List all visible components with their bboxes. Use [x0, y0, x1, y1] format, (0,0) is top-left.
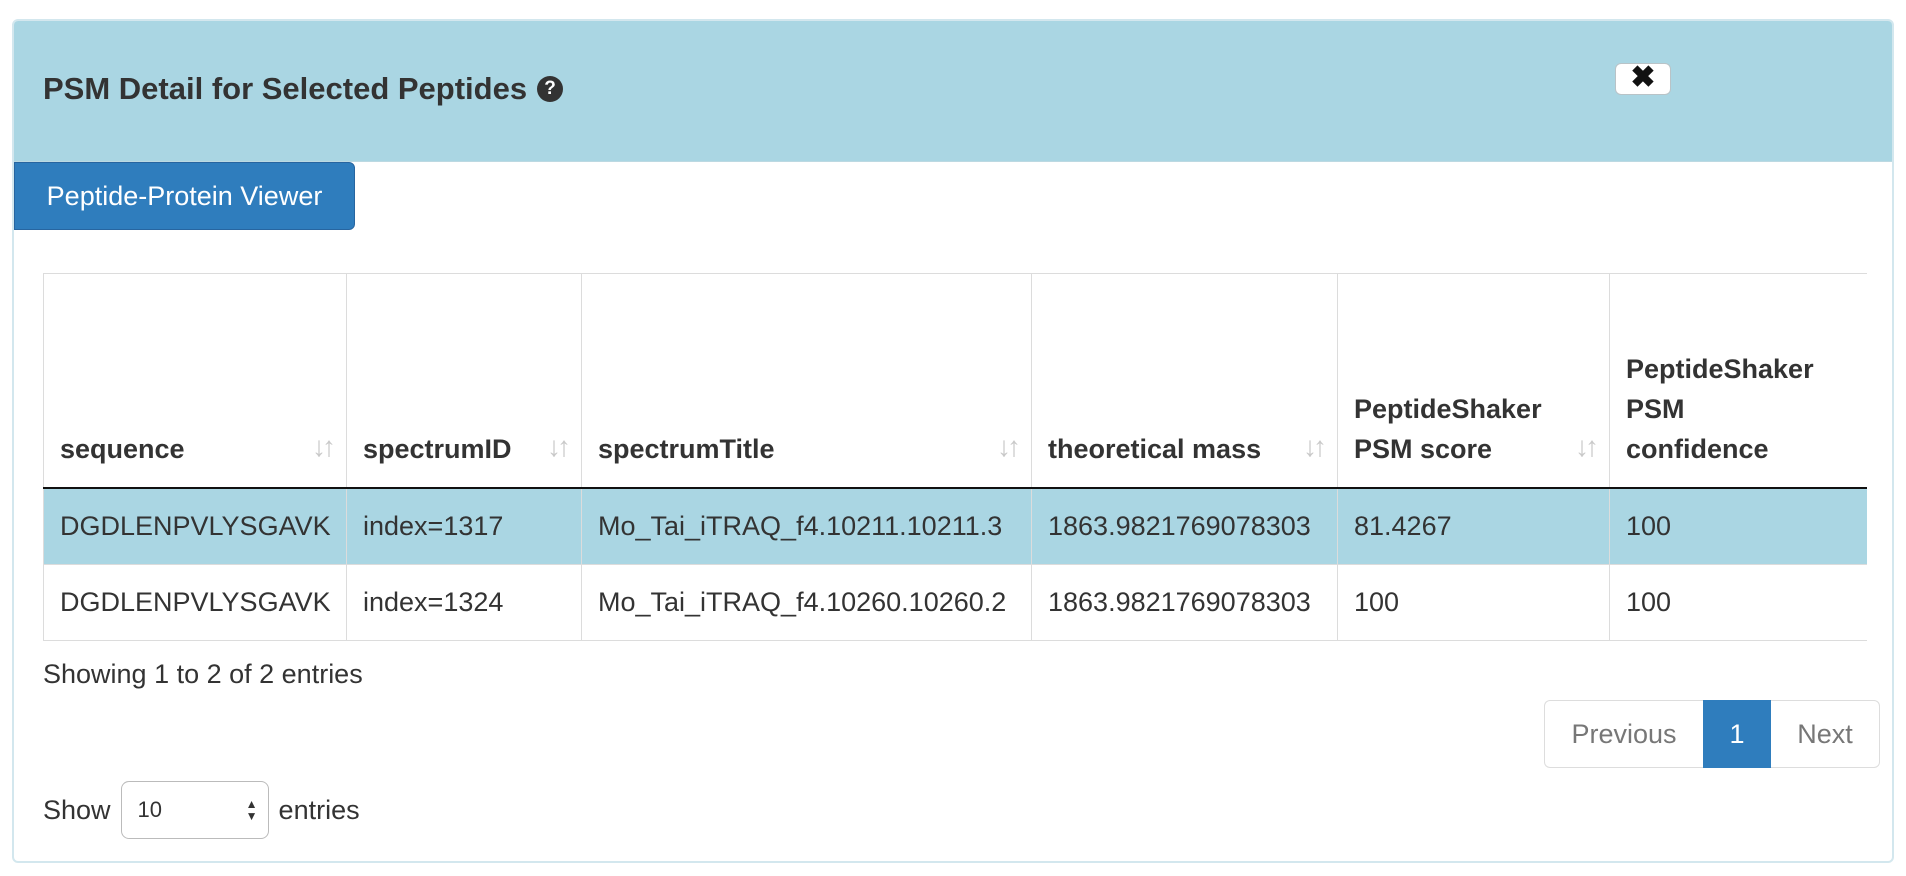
cell-psm-confidence: 100 — [1609, 487, 1867, 565]
panel-title: PSM Detail for Selected Peptides ? — [43, 71, 564, 107]
table-row[interactable]: DGDLENPVLYSGAVK index=1317 Mo_Tai_iTRAQ_… — [43, 487, 1867, 565]
sort-icon: ↓↑ — [1303, 431, 1327, 462]
cell-psm-score: 81.4267 — [1337, 487, 1610, 565]
peptide-protein-viewer-button[interactable]: Peptide-Protein Viewer — [14, 162, 355, 230]
table-header-row: sequence ↓↑ spectrumID ↓↑ spectrumTitle ↓↑ … — [43, 273, 1867, 489]
cell-spectrumid: index=1324 — [346, 564, 582, 641]
table-info-text: Showing 1 to 2 of 2 entries — [43, 659, 363, 689]
cell-psm-score: 100 — [1337, 564, 1610, 641]
column-header-psm-confidence[interactable]: PeptideShaker PSM confidence↓↑ — [1609, 273, 1867, 489]
page-1-button[interactable]: 1 — [1703, 700, 1771, 768]
cell-sequence: DGDLENPVLYSGAVK — [43, 487, 347, 565]
cell-theoretical-mass: 1863.9821769078303 — [1031, 487, 1338, 565]
close-icon: ✖ — [1630, 61, 1656, 94]
entries-per-page-value: 10 — [137, 797, 163, 822]
panel-title-text: PSM Detail for Selected Peptides — [43, 71, 528, 106]
psm-detail-panel: PSM Detail for Selected Peptides ? ✖ Pep… — [12, 19, 1894, 863]
cell-spectrumid: index=1317 — [346, 487, 582, 565]
cell-sequence: DGDLENPVLYSGAVK — [43, 564, 347, 641]
entries-label: entries — [278, 794, 360, 825]
show-label: Show — [43, 794, 111, 825]
psm-table: sequence ↓↑ spectrumID ↓↑ spectrumTitle ↓↑ … — [43, 273, 1867, 641]
select-arrows-icon: ▲ ▼ — [245, 797, 258, 823]
panel-header: PSM Detail for Selected Peptides ? ✖ — [14, 21, 1892, 162]
next-page-button[interactable]: Next — [1771, 700, 1880, 768]
cell-psm-confidence: 100 — [1609, 564, 1867, 641]
sort-icon: ↓↑ — [997, 431, 1021, 462]
sort-icon: ↓↑ — [547, 431, 571, 462]
cell-theoretical-mass: 1863.9821769078303 — [1031, 564, 1338, 641]
column-header-spectrumid[interactable]: spectrumID ↓↑ — [346, 273, 582, 489]
cell-spectrumtitle: Mo_Tai_iTRAQ_f4.10211.10211.3 — [581, 487, 1032, 565]
entries-length-control: Show 10 ▲ ▼ entries — [43, 781, 360, 839]
column-header-psm-score[interactable]: PeptideShaker PSM score ↓↑ — [1337, 273, 1610, 489]
entries-per-page-select[interactable]: 10 ▲ ▼ — [120, 781, 269, 839]
column-header-sequence[interactable]: sequence ↓↑ — [43, 273, 347, 489]
pagination: Previous 1 Next — [1544, 700, 1880, 768]
previous-page-button[interactable]: Previous — [1544, 700, 1703, 768]
sort-icon: ↓↑ — [1575, 431, 1599, 462]
psm-table-wrapper: sequence ↓↑ spectrumID ↓↑ spectrumTitle ↓↑ … — [43, 273, 1867, 641]
question-circle-icon[interactable]: ? — [537, 76, 564, 102]
close-button[interactable]: ✖ — [1615, 63, 1671, 95]
table-row[interactable]: DGDLENPVLYSGAVK index=1324 Mo_Tai_iTRAQ_… — [43, 564, 1867, 641]
column-header-theoretical-mass[interactable]: theoretical mass ↓↑ — [1031, 273, 1338, 489]
sort-icon: ↓↑ — [312, 431, 336, 462]
cell-spectrumtitle: Mo_Tai_iTRAQ_f4.10260.10260.2 — [581, 564, 1032, 641]
column-header-spectrumtitle[interactable]: spectrumTitle ↓↑ — [581, 273, 1032, 489]
